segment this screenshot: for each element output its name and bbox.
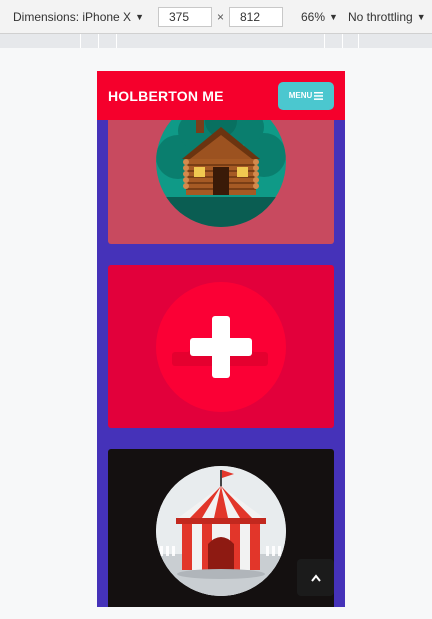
caret-down-icon: ▼ xyxy=(135,11,144,22)
zoom-label: 66% xyxy=(301,9,326,24)
times-sign: × xyxy=(217,9,225,24)
media-query-ruler[interactable] xyxy=(0,34,432,48)
circus-tent-illustration xyxy=(156,466,286,596)
throttle-dropdown[interactable]: No throttling ▼ xyxy=(348,10,426,24)
scroll-top-button[interactable] xyxy=(297,559,334,596)
menu-button[interactable]: MENU xyxy=(278,81,334,110)
zoom-dropdown[interactable]: 66% ▼ xyxy=(301,10,338,24)
add-item-circle[interactable] xyxy=(156,282,286,412)
site-brand[interactable]: HOLBERTON ME xyxy=(108,88,224,104)
device-dropdown[interactable]: Dimensions: iPhone X ▼ xyxy=(13,10,144,24)
card-add[interactable] xyxy=(108,265,334,428)
width-input[interactable]: 375 xyxy=(158,7,212,27)
menu-label: MENU xyxy=(288,91,313,100)
throttle-label: No throttling xyxy=(348,9,413,24)
caret-down-icon: ▼ xyxy=(416,11,426,22)
hamburger-icon xyxy=(314,91,324,100)
devtools-device-toolbar: Dimensions: iPhone X ▼ 375 × 812 66% ▼ N… xyxy=(0,0,432,34)
site-header: HOLBERTON ME MENU xyxy=(97,71,345,120)
device-viewport: HOLBERTON ME MENU xyxy=(97,71,345,607)
chevron-up-icon xyxy=(310,573,321,582)
caret-down-icon: ▼ xyxy=(329,11,338,22)
device-label: Dimensions: iPhone X xyxy=(13,9,132,24)
height-input[interactable]: 812 xyxy=(229,7,283,27)
